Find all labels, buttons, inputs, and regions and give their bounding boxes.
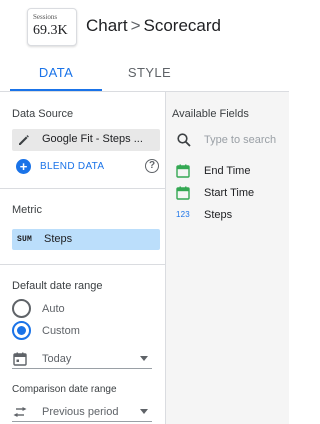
thumbnail-label: Sessions xyxy=(33,13,58,21)
field-name: Steps xyxy=(204,209,233,221)
section-divider xyxy=(0,188,166,189)
field-name: Start Time xyxy=(204,187,255,199)
thumbnail-value: 69.3K xyxy=(33,23,68,38)
chart-type-thumbnail[interactable]: Sessions 69.3K xyxy=(27,8,77,46)
field-search[interactable]: Type to search xyxy=(176,131,289,151)
breadcrumb: Chart > Scorecard xyxy=(86,16,221,36)
compare-arrows-icon xyxy=(13,407,27,417)
comparison-value: Previous period xyxy=(42,406,119,418)
data-source-name: Google Fit - Steps ... xyxy=(42,133,143,145)
date-range-title: Default date range xyxy=(12,280,103,292)
custom-date-value: Today xyxy=(42,353,72,365)
available-fields-title: Available Fields xyxy=(172,108,249,120)
active-tab-indicator xyxy=(10,89,102,91)
radio-custom-label: Custom xyxy=(42,325,80,337)
tab-data[interactable]: DATA xyxy=(10,54,102,92)
tab-style[interactable]: STYLE xyxy=(102,54,197,92)
aggregation-badge[interactable]: SUM xyxy=(17,235,32,244)
metric-field-name: Steps xyxy=(44,233,73,245)
breadcrumb-separator: > xyxy=(130,16,141,35)
tab-bar: DATA STYLE xyxy=(0,54,289,92)
calendar-icon xyxy=(176,164,190,178)
number-icon: 123 xyxy=(176,210,190,219)
add-icon: + xyxy=(16,159,31,174)
comparison-select[interactable]: Previous period xyxy=(12,402,152,422)
help-icon[interactable]: ? xyxy=(145,159,159,173)
chevron-down-icon xyxy=(140,409,148,414)
search-icon xyxy=(177,133,191,147)
calendar-icon xyxy=(13,352,27,366)
radio-auto[interactable] xyxy=(12,299,31,318)
custom-date-select[interactable]: Today xyxy=(12,349,152,369)
calendar-icon xyxy=(176,186,190,200)
field-name: End Time xyxy=(204,165,251,177)
data-source-chip[interactable]: Google Fit - Steps ... xyxy=(12,129,160,151)
metric-chip[interactable]: SUM Steps xyxy=(12,229,160,250)
section-divider xyxy=(0,264,166,265)
panel-header: Sessions 69.3K Chart > Scorecard xyxy=(0,0,289,54)
data-source-title: Data Source xyxy=(12,108,74,120)
radio-auto-label: Auto xyxy=(42,303,65,315)
search-input[interactable]: Type to search xyxy=(204,134,276,146)
metric-title: Metric xyxy=(12,204,42,216)
breadcrumb-scorecard: Scorecard xyxy=(143,16,221,35)
radio-custom[interactable] xyxy=(12,321,31,340)
comparison-title: Comparison date range xyxy=(12,384,117,395)
chevron-down-icon xyxy=(140,356,148,361)
breadcrumb-chart: Chart xyxy=(86,16,128,35)
blend-data-label: BLEND DATA xyxy=(40,161,105,172)
pencil-icon xyxy=(19,135,29,145)
